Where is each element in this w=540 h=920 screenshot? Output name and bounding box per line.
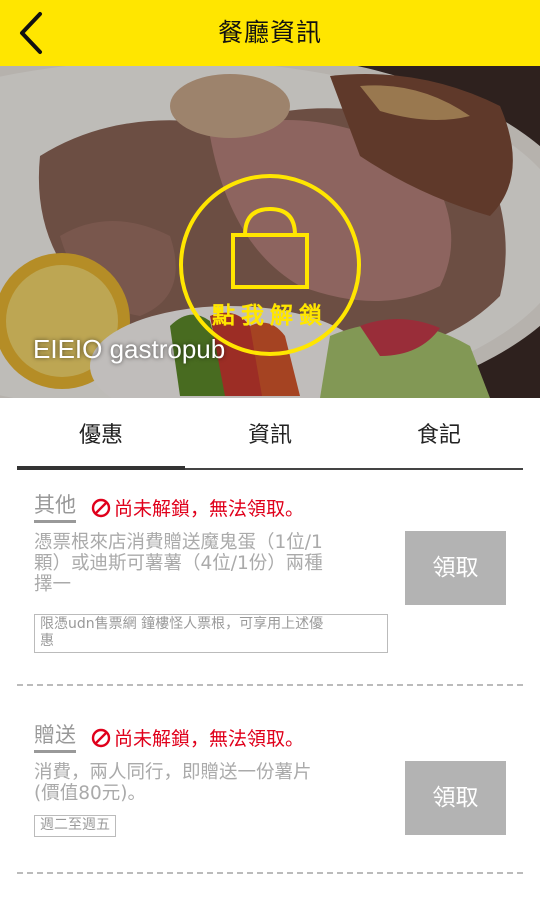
claim-button[interactable]: 領取 (405, 761, 506, 835)
coupon-status-text: 尚未解鎖，無法領取。 (114, 498, 305, 520)
tab-info[interactable]: 資訊 (186, 410, 354, 466)
coupon-category: 贈送 (34, 722, 76, 753)
coupon-note: 限憑udn售票網 鐘樓怪人票根，可享用上述優 惠 (34, 614, 388, 653)
prohibited-icon (91, 498, 111, 518)
coupon-description: 憑票根來店消費贈送魔鬼蛋（1位/1 顆）或迪斯可薯薯（4位/1份）兩種 擇一 (34, 532, 323, 595)
coupon-status: 尚未解鎖，無法領取。 (91, 494, 304, 521)
coupon-card: 贈送 尚未解鎖，無法領取。 消費，兩人同行，即贈送一份薯片 (價值80元)。 週… (34, 722, 506, 852)
unlock-button[interactable]: 點我解鎖 (178, 173, 362, 357)
coupon-card: 其他 尚未解鎖，無法領取。 憑票根來店消費贈送魔鬼蛋（1位/1 顆）或迪斯可薯薯… (34, 492, 506, 662)
hero-image: 點我解鎖 EIEIO gastropub (0, 66, 540, 398)
coupon-description: 消費，兩人同行，即贈送一份薯片 (價值80元)。 (34, 762, 312, 804)
tab-bar: 優惠 資訊 食記 (17, 410, 523, 472)
coupon-note: 週二至週五 (34, 815, 116, 837)
claim-button[interactable]: 領取 (405, 531, 506, 605)
dashed-divider (17, 684, 523, 686)
top-bar: 餐廳資訊 (0, 0, 540, 66)
coupon-status: 尚未解鎖，無法領取。 (91, 724, 304, 751)
active-tab-indicator (17, 466, 185, 470)
tab-offers[interactable]: 優惠 (17, 410, 185, 466)
coupon-category: 其他 (34, 492, 76, 523)
unlock-label: 點我解鎖 (212, 303, 328, 329)
dashed-divider (17, 872, 523, 874)
coupon-status-text: 尚未解鎖，無法領取。 (114, 728, 305, 750)
tab-food-notes[interactable]: 食記 (355, 410, 523, 466)
page-title: 餐廳資訊 (217, 18, 322, 47)
restaurant-name: EIEIO gastropub (33, 334, 226, 364)
prohibited-icon (91, 728, 111, 748)
